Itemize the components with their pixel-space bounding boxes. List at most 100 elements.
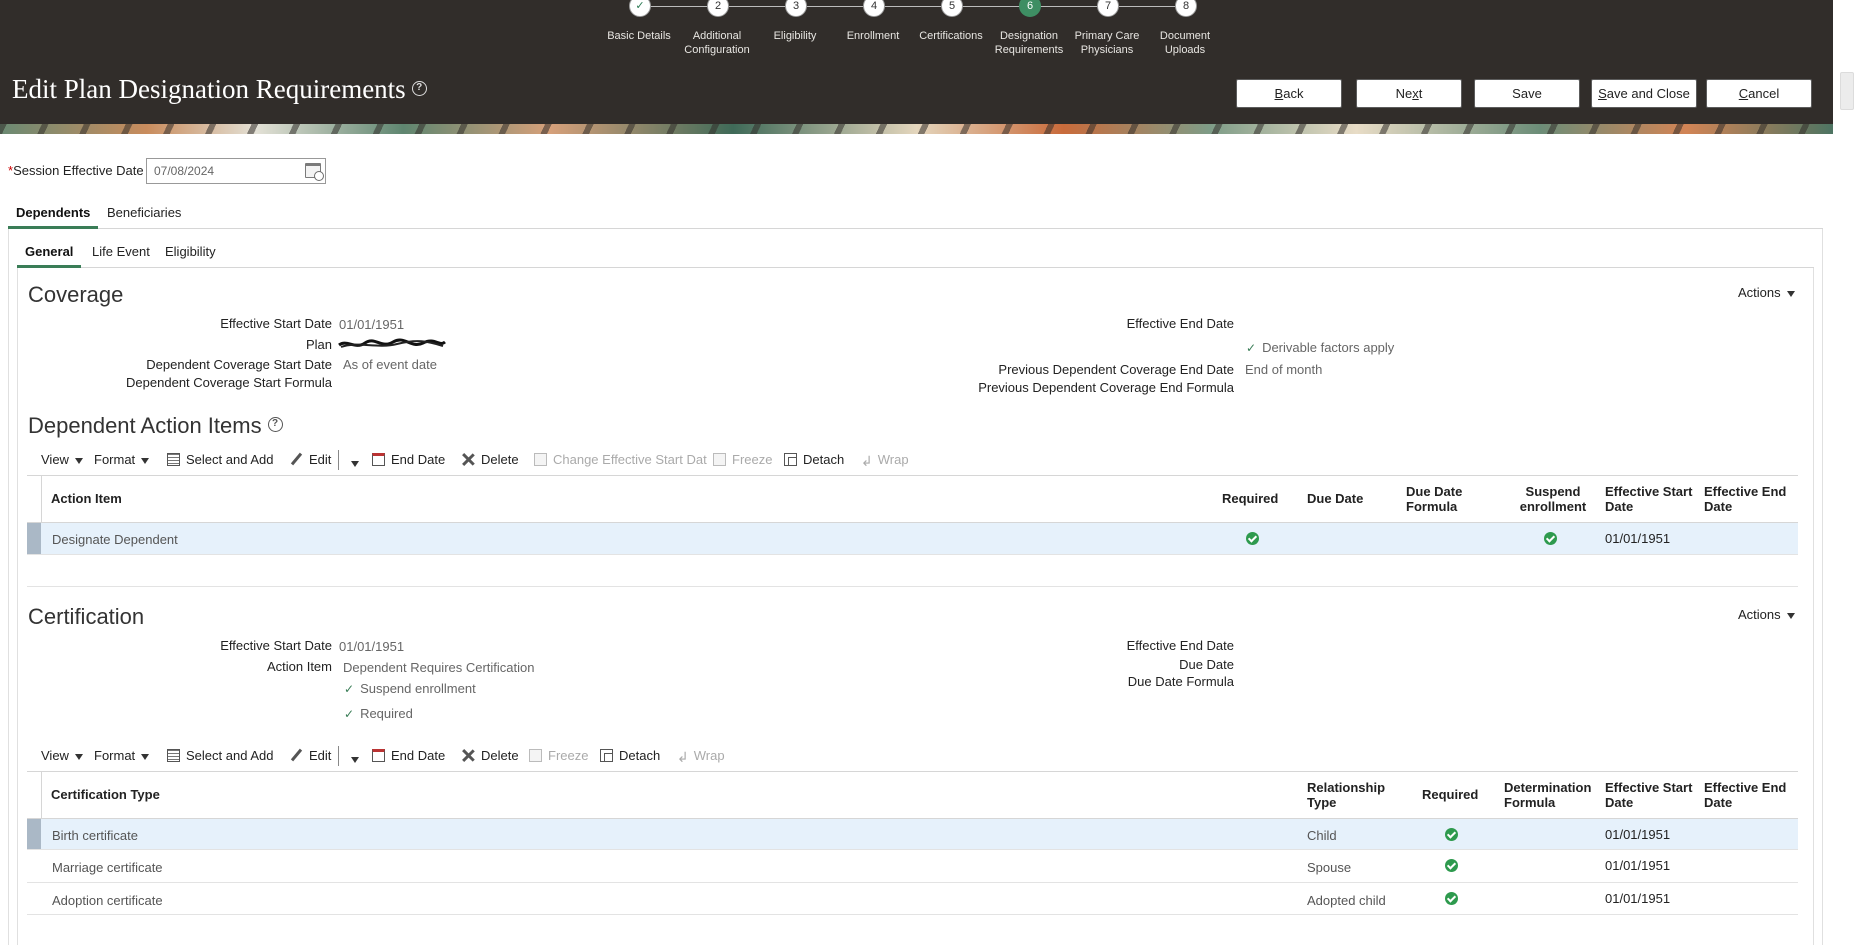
row-header[interactable]: [27, 523, 41, 554]
select-and-add-button[interactable]: Select and Add: [167, 748, 273, 763]
tab-dependents[interactable]: Dependents: [8, 202, 99, 229]
column-header-effective-end-date[interactable]: Effective End Date: [1704, 780, 1794, 810]
tab-eligibility[interactable]: Eligibility: [157, 241, 224, 268]
dependent-action-items-table: Action Item Required Due Date Due Date F…: [27, 475, 1798, 555]
freeze-button[interactable]: Freeze: [713, 452, 772, 467]
column-header-certification-type[interactable]: Certification Type: [51, 787, 160, 802]
delete-button[interactable]: Delete: [462, 748, 519, 763]
cert-effective-end-date-label: Effective End Date: [1126, 638, 1234, 653]
plan-label: Plan: [305, 337, 332, 352]
tab-beneficiaries[interactable]: Beneficiaries: [99, 202, 189, 229]
caret-down-icon: [141, 457, 150, 464]
next-button[interactable]: Next: [1356, 79, 1462, 108]
certification-actions-menu[interactable]: Actions: [1738, 607, 1795, 622]
train-stop-label: Eligibility: [773, 30, 817, 42]
delete-button[interactable]: Delete: [462, 452, 519, 467]
column-header-effective-start-date[interactable]: Effective Start Date: [1605, 780, 1701, 810]
select-and-add-button[interactable]: Select and Add: [167, 452, 273, 467]
detach-button[interactable]: Detach: [784, 452, 844, 467]
freeze-button[interactable]: Freeze: [529, 748, 588, 763]
row-header[interactable]: [27, 883, 41, 914]
end-date-button[interactable]: End Date: [372, 748, 445, 763]
table-row[interactable]: Designate Dependent 01/01/1951: [27, 522, 1798, 555]
session-date-input[interactable]: [147, 159, 297, 183]
detach-button[interactable]: Detach: [600, 748, 660, 763]
column-header-due-date-formula[interactable]: Due Date Formula: [1406, 484, 1486, 514]
certification-type-cell: Adoption certificate: [52, 893, 163, 908]
freeze-icon: [529, 749, 542, 762]
cert-action-item-label: Action Item: [266, 659, 332, 674]
train-stop-label: Basic Details: [607, 30, 671, 42]
change-effective-start-date-button[interactable]: Change Effective Start Dat: [534, 452, 707, 467]
column-header-effective-start-date[interactable]: Effective Start Date: [1605, 484, 1701, 514]
wrap-icon: ↲: [861, 453, 873, 469]
table-row[interactable]: Birth certificate Child 01/01/1951: [27, 818, 1798, 850]
relationship-type-cell: Spouse: [1307, 860, 1352, 875]
save-button[interactable]: Save: [1474, 79, 1580, 108]
column-header-due-date[interactable]: Due Date: [1307, 491, 1363, 506]
effective-start-date-cell: 01/01/1951: [1605, 891, 1671, 906]
decorative-banner-pattern: [0, 124, 1833, 134]
column-header-determination-formula[interactable]: Determination Formula: [1504, 780, 1600, 810]
change-effective-start-date-label: Change Effective Start Dat: [553, 452, 707, 467]
column-header-required[interactable]: Required: [1222, 491, 1278, 506]
edit-button[interactable]: Edit: [290, 452, 331, 467]
back-button[interactable]: Back: [1236, 79, 1342, 108]
calendar-icon[interactable]: [305, 163, 324, 181]
table-row[interactable]: Marriage certificate Spouse 01/01/1951: [27, 850, 1798, 883]
effective-start-date-cell: 01/01/1951: [1605, 531, 1671, 546]
dependent-coverage-start-date-label: Dependent Coverage Start Date: [146, 357, 332, 372]
cancel-button[interactable]: Cancel: [1706, 79, 1812, 108]
save-close-mnemonic: S: [1598, 86, 1607, 101]
session-date-label-text: Session Effective Date: [13, 163, 144, 178]
view-menu[interactable]: View: [41, 748, 83, 763]
column-header-action-item[interactable]: Action Item: [51, 491, 122, 506]
previous-dependent-coverage-end-date-value: End of month: [1245, 362, 1323, 377]
select-and-add-label: Select and Add: [186, 748, 274, 763]
tab-life-event[interactable]: Life Event: [84, 241, 158, 268]
help-icon[interactable]: ?: [267, 416, 283, 432]
page-scrollbar[interactable]: [1840, 72, 1854, 110]
format-menu[interactable]: Format: [94, 748, 150, 763]
select-and-add-icon: [167, 453, 180, 466]
delete-label: Delete: [481, 748, 519, 763]
page-title-text: Edit Plan Designation Requirements: [12, 74, 406, 104]
end-date-icon: [372, 749, 385, 762]
suspend-enrollment-flag: ✓ Suspend enrollment: [344, 681, 476, 696]
table-row[interactable]: Adoption certificate Adopted child 01/01…: [27, 883, 1798, 915]
train-stop-number: 8: [1175, 0, 1197, 17]
help-icon[interactable]: ?: [411, 81, 427, 97]
view-menu[interactable]: View: [41, 452, 83, 467]
detach-icon: [784, 453, 797, 466]
pencil-icon: [290, 453, 303, 466]
session-date-field: [146, 158, 326, 184]
cert-effective-start-date-value: 01/01/1951: [339, 639, 405, 654]
column-header-required[interactable]: Required: [1422, 787, 1478, 802]
derivable-factors-label: Derivable factors apply: [1262, 340, 1395, 355]
column-header-effective-end-date[interactable]: Effective End Date: [1704, 484, 1794, 514]
format-menu[interactable]: Format: [94, 452, 150, 467]
save-and-close-button[interactable]: Save and Close: [1591, 79, 1697, 108]
header-separator: [41, 476, 42, 522]
view-menu-label: View: [41, 452, 69, 467]
wrap-button[interactable]: ↲ Wrap: [861, 452, 909, 469]
edit-dropdown[interactable]: [345, 455, 359, 470]
column-header-relationship-type[interactable]: Relationship Type: [1307, 780, 1397, 810]
caret-down-icon: [1786, 290, 1795, 297]
wrap-button[interactable]: ↲ Wrap: [677, 748, 725, 765]
row-header[interactable]: [27, 850, 41, 882]
coverage-actions-menu[interactable]: Actions: [1738, 285, 1795, 300]
edit-button[interactable]: Edit: [290, 748, 331, 763]
toolbar-separator: [338, 450, 339, 470]
end-date-button[interactable]: End Date: [372, 452, 445, 467]
next-button-label-rest: t: [1418, 86, 1423, 101]
tab-general[interactable]: General: [17, 241, 82, 268]
effective-start-date-cell: 01/01/1951: [1605, 827, 1671, 842]
session-date-label: *Session Effective Date: [8, 163, 144, 178]
dependent-action-items-title-text: Dependent Action Items: [28, 413, 262, 438]
check-circle-icon: [1445, 892, 1458, 905]
column-header-suspend-enrollment[interactable]: Suspend enrollment: [1513, 484, 1593, 514]
primary-tabs: Dependents Beneficiaries: [8, 202, 1823, 229]
edit-dropdown[interactable]: [345, 751, 359, 766]
row-header[interactable]: [27, 819, 41, 849]
